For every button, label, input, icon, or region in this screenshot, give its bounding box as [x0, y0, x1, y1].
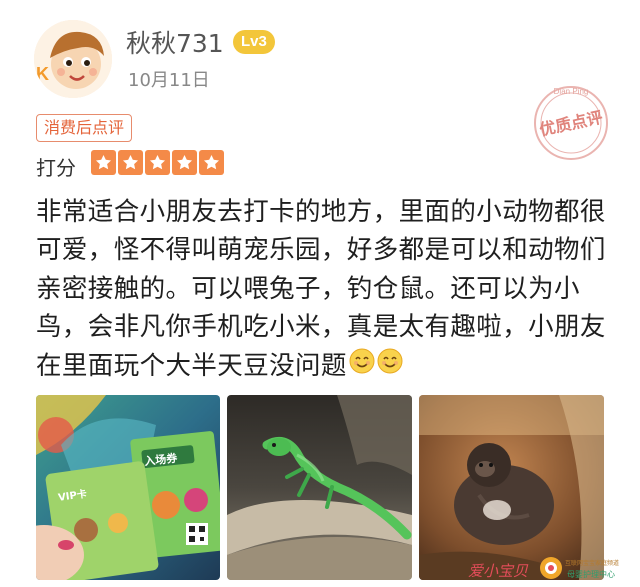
watermark-sub-top: 互联网宝宝家庭频道 — [565, 559, 619, 567]
smiling-face-icon — [349, 347, 375, 385]
star-icon — [172, 150, 197, 175]
stamp-text: 优质点评 — [538, 108, 605, 140]
review-body: 非常适合小朋友去打卡的地方，里面的小动物都很可爱，怪不得叫萌宠乐园，好多都是可以… — [36, 193, 614, 386]
star-icon — [118, 150, 143, 175]
review-text: 非常适合小朋友去打卡的地方，里面的小动物都很可爱，怪不得叫萌宠乐园，好多都是可以… — [36, 197, 606, 381]
watermark: 爱小宝贝 互联网宝宝家庭频道 母婴护理中心 — [466, 552, 632, 584]
avatar-illustration: K — [34, 20, 112, 98]
rating-label: 打分 — [36, 156, 76, 180]
watermark-text: 爱小宝贝 — [468, 562, 529, 580]
smiling-face-icon — [377, 347, 403, 385]
post-consumption-review-tag: 消费后点评 — [36, 114, 133, 142]
star-icon — [199, 150, 224, 175]
ticket-photo[interactable]: 入场券 VIP卡 — [36, 395, 220, 580]
star-icon — [145, 150, 170, 175]
stamp-arc-text: Dian Ping — [554, 87, 589, 96]
svg-text:K: K — [36, 64, 49, 84]
watermark-sub-bottom: 母婴护理中心 — [567, 569, 615, 579]
star-rating — [91, 150, 224, 175]
lizard-photo[interactable] — [227, 395, 412, 580]
quality-review-stamp-icon: Dian Ping 优质点评 — [528, 80, 614, 166]
star-icon — [91, 150, 116, 175]
review-date: 10月11日 — [128, 70, 210, 91]
level-badge: Lv3 — [233, 30, 275, 54]
avatar[interactable]: K — [34, 20, 112, 98]
username[interactable]: 秋秋731 — [126, 24, 224, 60]
